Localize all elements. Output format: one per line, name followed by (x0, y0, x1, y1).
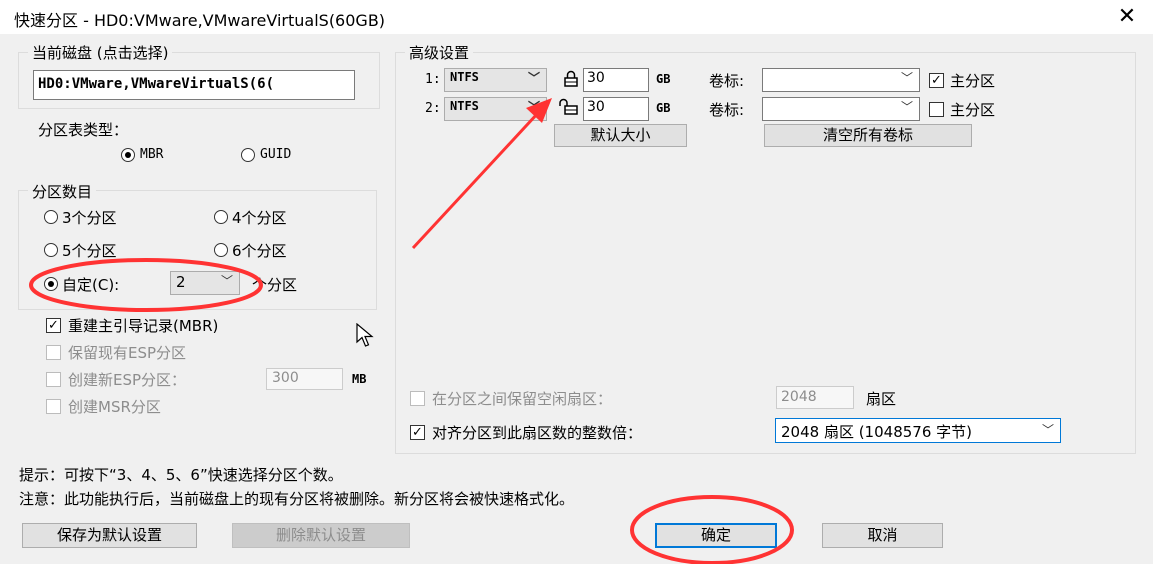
three-partitions-radio[interactable] (44, 210, 58, 224)
window-title: 快速分区 - HD0:VMware,VMwareVirtualS(60GB) (14, 11, 386, 30)
fs-select-1[interactable]: NTFS ﹀ (444, 68, 547, 92)
align-value: 2048 扇区 (1048576 字节) (781, 423, 972, 441)
create-esp-checkbox[interactable] (46, 372, 61, 387)
fs-value-2: NTFS (450, 99, 479, 113)
three-partitions-label: 3个分区 (62, 209, 117, 227)
four-partitions-radio[interactable] (214, 210, 228, 224)
mbr-radio[interactable] (121, 148, 135, 162)
four-partitions-label: 4个分区 (232, 209, 287, 227)
align-label: 对齐分区到此扇区数的整数倍： (432, 424, 643, 442)
ok-button[interactable]: 确定 (655, 523, 777, 548)
rebuild-mbr-checkbox[interactable]: ✓ (46, 318, 61, 333)
keep-esp-label: 保留现有ESP分区 (68, 344, 187, 362)
fs-select-2[interactable]: NTFS ﹀ (444, 97, 547, 121)
custom-partitions-suffix: 个分区 (252, 276, 298, 294)
unlock-icon[interactable] (558, 98, 580, 116)
partition-index: 2: (425, 101, 441, 116)
chevron-down-icon: ﹀ (527, 71, 540, 85)
cancel-button[interactable]: 取消 (822, 523, 943, 548)
primary-checkbox-2[interactable] (929, 102, 944, 117)
size-input-2[interactable]: 30 (583, 97, 649, 121)
default-size-button[interactable]: 默认大小 (554, 124, 687, 147)
lock-icon[interactable] (562, 70, 580, 88)
volume-label-select-1[interactable]: ﹀ (762, 68, 920, 92)
clear-labels-button[interactable]: 清空所有卷标 (764, 124, 972, 147)
reserve-gap-label: 在分区之间保留空闲扇区： (432, 390, 613, 408)
create-msr-checkbox[interactable] (46, 399, 61, 414)
primary-label-2: 主分区 (950, 101, 996, 119)
custom-count-value: 2 (176, 273, 186, 291)
partition-index: 1: (425, 72, 441, 87)
chevron-down-icon: ﹀ (900, 100, 913, 114)
size-input-1[interactable]: 30 (583, 68, 649, 92)
chevron-down-icon: ﹀ (900, 71, 913, 85)
esp-size-unit: MB (352, 372, 367, 386)
custom-partitions-label: 自定(C): (62, 276, 120, 294)
chevron-down-icon: ﹀ (527, 100, 540, 114)
chevron-down-icon: ﹀ (1041, 423, 1054, 437)
reserve-gap-input[interactable]: 2048 (776, 386, 854, 409)
five-partitions-radio[interactable] (44, 243, 58, 257)
note-text: 注意：此功能执行后，当前磁盘上的现有分区将被删除。新分区将会被快速格式化。 (19, 490, 575, 508)
esp-size-input[interactable]: 300 (266, 368, 343, 390)
advanced-title: 高级设置 (405, 42, 474, 63)
reserve-gap-unit: 扇区 (866, 390, 897, 408)
rebuild-mbr-label: 重建主引导记录(MBR) (68, 317, 219, 335)
current-disk-title: 当前磁盘 (点击选择) (28, 42, 173, 63)
guid-label: GUID (260, 147, 292, 162)
partition-table-label: 分区表类型： (38, 121, 129, 139)
primary-checkbox-1[interactable]: ✓ (929, 73, 944, 88)
size-unit-2: GB (656, 101, 671, 115)
chevron-down-icon: ﹀ (220, 274, 233, 288)
custom-count-select[interactable]: 2 ﹀ (170, 271, 240, 295)
keep-esp-checkbox[interactable] (46, 345, 61, 360)
partition-count-title: 分区数目 (28, 181, 97, 202)
mbr-label: MBR (140, 147, 164, 162)
volume-label-select-2[interactable]: ﹀ (762, 97, 920, 121)
create-esp-label: 创建新ESP分区： (68, 371, 187, 389)
title-bar: 快速分区 - HD0:VMware,VMwareVirtualS(60GB) ✕ (0, 0, 1153, 34)
guid-radio[interactable] (241, 148, 255, 162)
delete-default-button[interactable]: 删除默认设置 (232, 523, 410, 548)
close-icon[interactable]: ✕ (1112, 2, 1142, 32)
volume-label-caption-1: 卷标: (709, 72, 745, 90)
size-unit-1: GB (656, 72, 671, 86)
create-msr-label: 创建MSR分区 (68, 398, 161, 416)
six-partitions-radio[interactable] (214, 243, 228, 257)
save-default-button[interactable]: 保存为默认设置 (22, 523, 197, 548)
tip-text: 提示：可按下“3、4、5、6”快速选择分区个数。 (19, 466, 343, 484)
primary-label-1: 主分区 (950, 72, 996, 90)
six-partitions-label: 6个分区 (232, 242, 287, 260)
align-select[interactable]: 2048 扇区 (1048576 字节) ﹀ (775, 418, 1061, 443)
fs-value-1: NTFS (450, 70, 479, 84)
reserve-gap-checkbox[interactable] (410, 391, 425, 406)
align-checkbox[interactable]: ✓ (410, 425, 425, 440)
custom-partitions-radio[interactable] (44, 277, 58, 291)
volume-label-caption-2: 卷标: (709, 101, 745, 119)
current-disk-field[interactable]: HD0:VMware,VMwareVirtualS(6( (33, 70, 355, 100)
mouse-cursor-icon (356, 322, 376, 353)
five-partitions-label: 5个分区 (62, 242, 117, 260)
